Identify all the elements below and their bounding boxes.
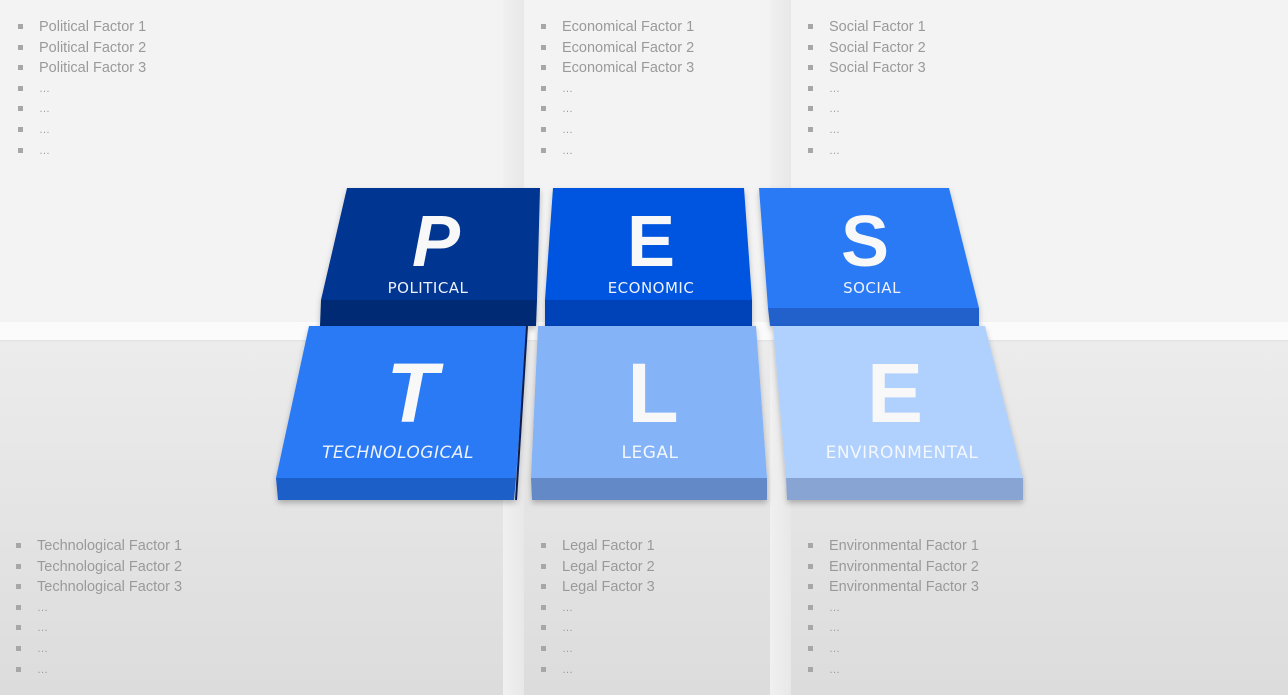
tile-legal-letter: L (627, 346, 678, 440)
tile-economic[interactable]: E ECONOMIC (545, 188, 752, 326)
tile-technological-side (276, 478, 516, 500)
tile-political-label: POLITICAL (388, 279, 469, 297)
tile-legal[interactable]: L LEGAL (531, 326, 767, 500)
tile-social[interactable]: S SOCIAL (759, 188, 979, 326)
tile-legal-label: LEGAL (622, 443, 679, 463)
tile-environmental-letter: E (867, 346, 923, 440)
tile-political[interactable]: P POLITICAL (320, 188, 540, 326)
tile-economic-label: ECONOMIC (608, 279, 695, 297)
tile-economic-side (545, 300, 752, 326)
tile-technological-letter: T (386, 346, 444, 440)
tile-environmental[interactable]: E ENVIRONMENTAL (773, 326, 1023, 500)
tile-political-letter: P (412, 202, 461, 282)
tile-legal-side (531, 478, 767, 500)
tile-technological[interactable]: T TECHNOLOGICAL (276, 325, 528, 501)
tile-social-label: SOCIAL (843, 279, 901, 297)
tile-technological-label: TECHNOLOGICAL (322, 443, 474, 463)
tile-environmental-side (786, 478, 1023, 500)
pestle-tiles: P POLITICAL E ECONOMIC S SOCIAL T TECHNO… (276, 188, 1023, 501)
tile-social-side (768, 308, 979, 326)
tile-political-side (320, 300, 537, 326)
tile-economic-letter: E (627, 202, 675, 282)
tile-social-letter: S (841, 202, 889, 282)
tile-environmental-label: ENVIRONMENTAL (826, 443, 979, 463)
